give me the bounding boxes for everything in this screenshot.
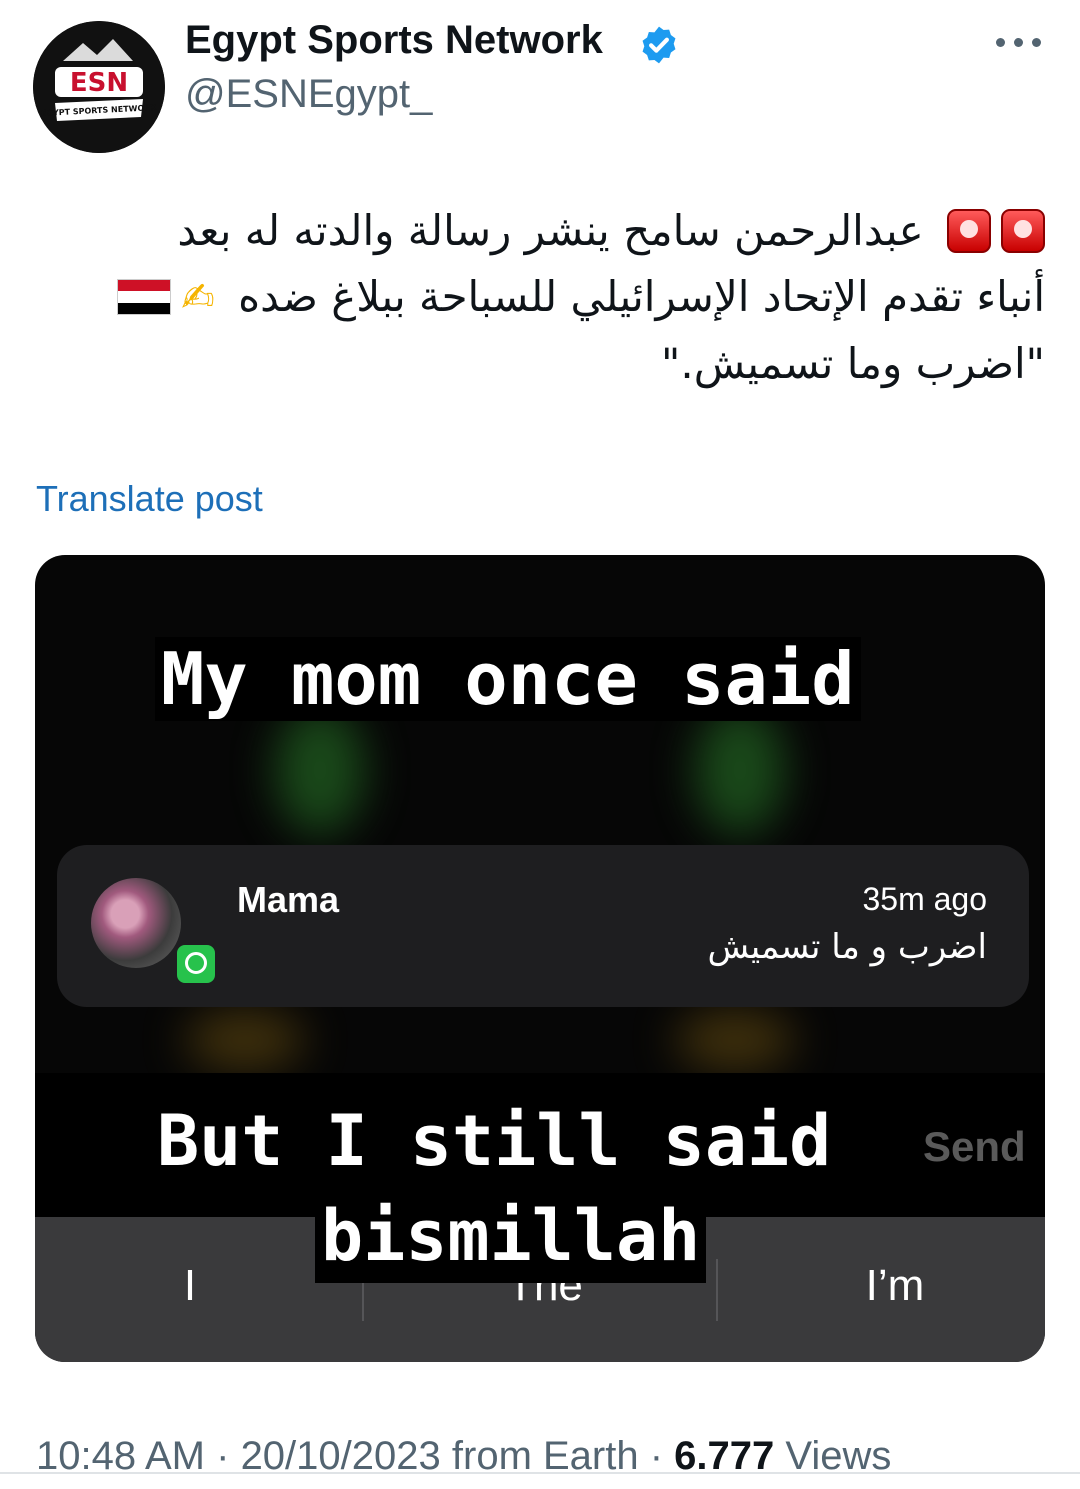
post-line-1: عبدالرحمن سامح ينشر رسالة والدته له بعد [40, 198, 1045, 264]
translate-post-link[interactable]: Translate post [36, 478, 263, 520]
writing-hand-emoji-icon: ✍ [181, 275, 215, 321]
author-handle[interactable]: @ESNEgypt_ [185, 72, 432, 117]
whatsapp-icon [175, 943, 217, 985]
author-avatar[interactable]: ESN EGYPT SPORTS NETWORK [33, 21, 165, 153]
post-line-2-text: أنباء تقدم الإتحاد الإسرائيلي للسباحة بب… [238, 272, 1045, 321]
post-line-3: "اضرب وما تسميش." [661, 339, 1045, 388]
post-text: عبدالرحمن سامح ينشر رسالة والدته له بعد … [40, 198, 1045, 397]
post-line-1-text: عبدالرحمن سامح ينشر رسالة والدته له بعد [177, 206, 924, 255]
siren-emoji-icon [1001, 209, 1045, 253]
meme-caption-top: My mom once said [155, 637, 861, 721]
svg-text:ESN: ESN [70, 68, 128, 98]
notification-sender: Mama [237, 879, 340, 920]
esn-logo: ESN EGYPT SPORTS NETWORK [33, 21, 165, 153]
meme-caption-bottom-line-2: bismillah [315, 1189, 707, 1283]
author-name[interactable]: Egypt Sports Network [185, 18, 603, 63]
post-media-image[interactable]: My mom once said Mama 35m ago اضرب و ما … [35, 555, 1045, 1362]
keyboard-suggestion-3: I’m [865, 1261, 925, 1310]
notification-time: 35m ago [862, 881, 987, 917]
contact-avatar [91, 878, 181, 968]
meme-caption-bottom-line-1: But I still said [157, 1100, 832, 1182]
notification-message: اضرب و ما تسميش [707, 927, 987, 967]
more-options-icon[interactable] [990, 22, 1050, 62]
send-label: Send [923, 1123, 1026, 1170]
verified-badge-icon [642, 26, 676, 64]
notification-card: Mama 35m ago اضرب و ما تسميش [57, 845, 1029, 1007]
post-line-2: أنباء تقدم الإتحاد الإسرائيلي للسباحة بب… [40, 264, 1045, 331]
keyboard-suggestion-1: I [183, 1261, 197, 1310]
siren-emoji-icon [947, 209, 991, 253]
divider [0, 1472, 1080, 1474]
egypt-flag-emoji-icon [117, 279, 172, 315]
